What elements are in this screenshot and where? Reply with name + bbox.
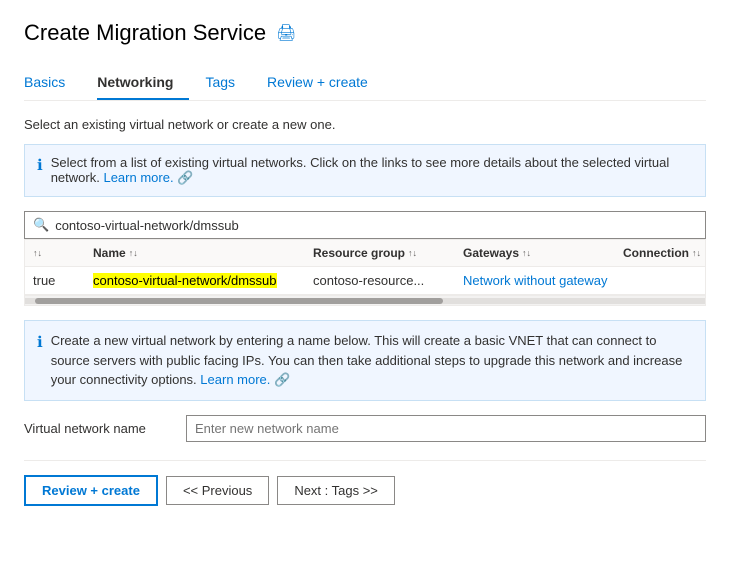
sort-icon-1: ↑↓ <box>129 248 138 258</box>
info-icon-2: ℹ <box>37 332 43 355</box>
bottom-bar: Review + create << Previous Next : Tags … <box>24 460 706 506</box>
col-header-gateways[interactable]: Gateways ↑↓ <box>463 246 623 260</box>
info-icon-1: ℹ <box>37 156 43 174</box>
next-tags-button[interactable]: Next : Tags >> <box>277 476 395 505</box>
col-header-connection[interactable]: Connection ↑↓ <box>623 246 706 260</box>
cell-resource-group: contoso-resource... <box>313 273 463 288</box>
info-box-new-vnet: ℹ Create a new virtual network by enteri… <box>24 320 706 401</box>
horizontal-scrollbar[interactable] <box>25 295 705 305</box>
vnet-name-input[interactable] <box>186 415 706 442</box>
col-header-name[interactable]: Name ↑↓ <box>93 246 313 260</box>
info-text-2: Create a new virtual network by entering… <box>51 331 693 390</box>
vnet-name-row: Virtual network name <box>24 415 706 442</box>
table-header: ↑↓ Name ↑↓ Resource group ↑↓ Gateways ↑↓… <box>25 240 705 267</box>
sort-icon-4: ↑↓ <box>692 248 701 258</box>
review-create-button[interactable]: Review + create <box>24 475 158 506</box>
section-subtitle: Select an existing virtual network or cr… <box>24 117 706 132</box>
sort-icon-2: ↑↓ <box>408 248 417 258</box>
tab-tags[interactable]: Tags <box>205 66 251 100</box>
info-text-1: Select from a list of existing virtual n… <box>51 155 693 186</box>
page-title: Create Migration Service <box>24 20 266 46</box>
cell-selected: true <box>33 273 93 288</box>
vnet-name-highlighted: contoso-virtual-network/dmssub <box>93 273 277 288</box>
tab-bar: Basics Networking Tags Review + create <box>24 66 706 101</box>
table-row[interactable]: true contoso-virtual-network/dmssub cont… <box>25 267 705 295</box>
print-icon[interactable]: 🖨 <box>276 23 296 43</box>
learn-more-link-1[interactable]: Learn more. 🔗 <box>103 170 193 185</box>
tab-review-create[interactable]: Review + create <box>267 66 384 100</box>
scrollbar-thumb <box>35 298 443 304</box>
scrollbar-track <box>25 298 705 304</box>
col-header-resource-group[interactable]: Resource group ↑↓ <box>313 246 463 260</box>
tab-networking[interactable]: Networking <box>97 66 189 100</box>
info-box-existing-vnet: ℹ Select from a list of existing virtual… <box>24 144 706 197</box>
search-input[interactable] <box>55 218 697 233</box>
col-header-selected: ↑↓ <box>33 246 93 260</box>
sort-icon-3: ↑↓ <box>522 248 531 258</box>
vnet-name-label: Virtual network name <box>24 421 174 436</box>
vnet-table: ↑↓ Name ↑↓ Resource group ↑↓ Gateways ↑↓… <box>24 239 706 306</box>
learn-more-link-2[interactable]: Learn more. 🔗 <box>200 372 290 387</box>
cell-name: contoso-virtual-network/dmssub <box>93 273 313 288</box>
cell-gateway: Network without gateway <box>463 273 623 288</box>
previous-button[interactable]: << Previous <box>166 476 269 505</box>
sort-icon-0: ↑↓ <box>33 248 42 258</box>
search-bar: 🔍 <box>24 211 706 239</box>
tab-basics[interactable]: Basics <box>24 66 81 100</box>
search-icon: 🔍 <box>33 217 49 233</box>
